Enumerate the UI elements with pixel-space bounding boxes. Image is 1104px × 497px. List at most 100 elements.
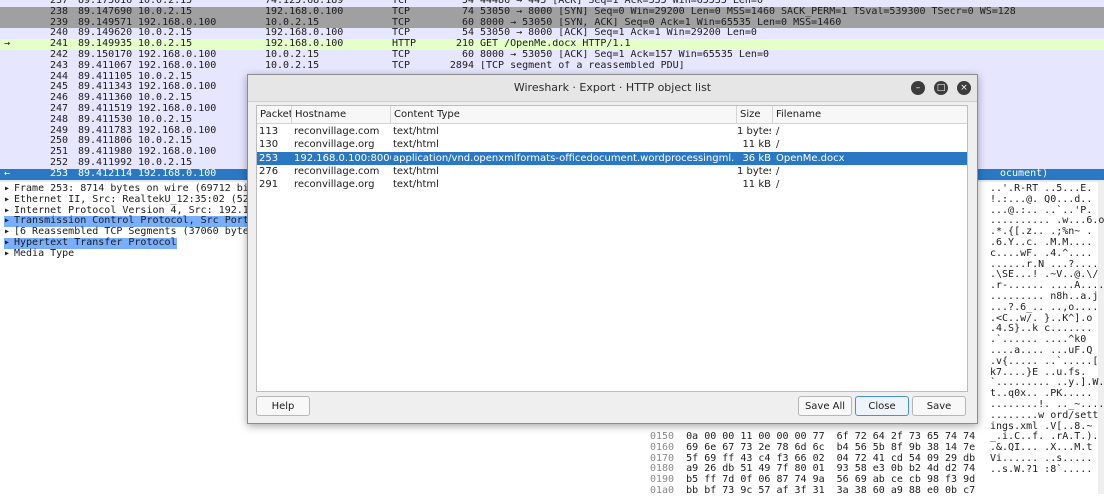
packet-cell-info: 8000 → 53050 [ACK] Seq=1 Ack=157 Win=655… <box>480 50 769 60</box>
ascii-dump-line: !.:...@. Q0...d.. <box>990 193 1093 205</box>
packet-cell-mark: ← <box>4 168 11 179</box>
packet-cell-info: 8000 → 53050 [SYN, ACK] Seq=0 Ack=1 Win=… <box>480 17 842 28</box>
http-object-row[interactable]: 253 192.168.0.100:8000 application/vnd.ope… <box>257 151 967 165</box>
packet-cell-len: 2894 <box>449 60 474 71</box>
http-object-row[interactable]: 276 reconvillage.com text/html 1 bytes / <box>257 165 967 178</box>
close-button[interactable]: Close <box>855 396 909 416</box>
scrollbar[interactable] <box>1098 182 1104 494</box>
packet-cell-src: 10.0.2.15 <box>138 39 193 50</box>
cell-content-type: text/html <box>393 165 439 177</box>
packet-cell-src: 10.0.2.15 <box>138 28 193 39</box>
packet-cell-src: 192.168.0.100 <box>138 17 217 28</box>
packet-row[interactable]: → 241 89.149935 10.0.2.15 192.168.0.100 HTTP 2… <box>0 39 1104 50</box>
packet-cell-len: 210 <box>455 39 474 50</box>
packet-row[interactable]: 240 89.149620 10.0.2.15 192.168.0.100 TCP 54 5… <box>0 28 1104 39</box>
packet-cell-src: 10.0.2.15 <box>138 114 193 125</box>
http-object-row[interactable]: 113 reconvillage.com text/html 1 bytes / <box>257 125 967 138</box>
http-object-table[interactable]: Packet ▾ Hostname Content Type Size File… <box>256 105 968 392</box>
packet-cell-src: 10.0.2.15 <box>138 136 193 147</box>
cell-packet: 130 <box>259 139 279 151</box>
packet-cell-dst: 192.168.0.100 <box>265 28 344 39</box>
ascii-dump-line: c....wF. .4.^.... <box>990 247 1093 259</box>
detail-text: Media Type <box>14 247 75 259</box>
hex-offset: 0170 <box>650 452 675 464</box>
packet-cell-src: 10.0.2.15 <box>138 158 193 168</box>
hex-bytes: a9 26 db 51 49 7f 80 01 93 58 e3 0b b2 4… <box>686 463 976 475</box>
help-button[interactable]: Help <box>256 396 310 416</box>
packet-cell-no: 239 <box>49 17 68 28</box>
packet-cell-src: 192.168.0.100 <box>138 168 217 179</box>
packet-cell-no: 241 <box>49 39 68 50</box>
packet-cell-no: 240 <box>49 28 68 39</box>
save-all-button[interactable]: Save All <box>798 396 852 416</box>
cell-size: 36 kB <box>742 152 771 164</box>
packet-cell-src: 192.168.0.100 <box>138 104 217 114</box>
packet-row[interactable]: 242 89.150170 192.168.0.100 10.0.2.15 TCP 60 8… <box>0 50 1104 61</box>
packet-cell-src: 10.0.2.15 <box>138 6 193 17</box>
packet-cell-proto: TCP <box>392 60 411 71</box>
detail-tree-item[interactable]: ▸ Media Type <box>4 247 75 260</box>
packet-cell-no: 238 <box>49 6 68 17</box>
packet-cell-time: 89.411980 <box>78 147 133 158</box>
hex-offset: 0150 <box>650 431 675 442</box>
ascii-dump-line: ...?.6_.. ..,o.... <box>990 301 1099 313</box>
packet-row[interactable]: 243 89.411067 192.168.0.100 10.0.2.15 TCP 289… <box>0 61 1104 72</box>
save-button[interactable]: Save <box>912 396 966 416</box>
close-icon[interactable]: × <box>957 81 971 95</box>
packet-cell-src: 192.168.0.100 <box>138 60 217 71</box>
packet-cell-proto: TCP <box>392 0 411 6</box>
cell-filename: / <box>776 165 780 177</box>
packet-cell-time: 89.411806 <box>78 136 133 147</box>
packet-cell-src: 192.168.0.100 <box>138 125 217 136</box>
packet-cell-dst: 192.168.0.100 <box>265 6 344 17</box>
packet-cell-no: 251 <box>49 147 68 158</box>
detail-text: Frame 253: 8714 bytes on wire (69712 bi <box>14 183 249 194</box>
packet-cell-no: 249 <box>49 125 68 136</box>
packet-cell-time: 89.411992 <box>78 158 133 168</box>
packet-cell-info: GET /OpenMe.docx HTTP/1.1 <box>480 39 631 50</box>
expand-arrow-icon[interactable]: ▸ <box>4 248 14 260</box>
packet-cell-proto: HTTP <box>392 39 417 50</box>
column-header-size[interactable]: Size <box>737 106 773 124</box>
packet-row[interactable]: 238 89.147690 10.0.2.15 192.168.0.100 TCP 74 5… <box>0 6 1104 18</box>
expand-arrow-icon[interactable]: ▸ <box>4 194 14 206</box>
maximize-icon[interactable]: □ <box>934 81 948 95</box>
hex-offset: 0190 <box>650 474 675 486</box>
http-object-row[interactable]: 291 reconvillage.org text/html 11 kB / <box>257 178 967 191</box>
packet-cell-info: 53050 → 8000 [ACK] Seq=1 Ack=1 Win=29200… <box>480 28 757 39</box>
packet-row[interactable]: 237 89.175016 10.0.2.15 74.125.68.189 TCP 54 4… <box>0 0 1104 7</box>
packet-details-pane[interactable]: ▸ Frame 253: 8714 bytes on wire (69712 bi… <box>0 182 250 494</box>
export-http-dialog: Wireshark · Export · HTTP object list – … <box>247 74 978 424</box>
packet-cell-time: 89.411783 <box>78 125 133 136</box>
packet-cell-proto: TCP <box>392 6 411 17</box>
packet-cell-time: 89.412114 <box>78 168 133 179</box>
cell-hostname: reconvillage.com <box>294 165 380 177</box>
column-header-content-type[interactable]: Content Type <box>391 106 737 124</box>
packet-cell-no: 248 <box>49 114 68 125</box>
detail-text: [6 Reassembled TCP Segments (37060 byte <box>14 226 249 238</box>
hex-dump-line: 01a0 bb bf 73 9c 57 af 3f 31 3a 38 60 a9… <box>650 485 975 497</box>
packet-cell-proto: TCP <box>392 17 411 28</box>
detail-text: Transmission Control Protocol, Src Port <box>14 215 249 227</box>
packet-cell-proto: TCP <box>392 50 411 60</box>
column-header-packet[interactable]: Packet ▾ <box>257 106 292 124</box>
ascii-dump-line: ........w ord/sett <box>990 409 1099 421</box>
packet-cell-time: 89.411530 <box>78 114 133 125</box>
cell-filename: / <box>776 179 780 191</box>
packet-cell-info: 53050 → 8000 [SYN] Seq=0 Win=29200 Len=0… <box>480 6 1016 17</box>
packet-cell-no: 237 <box>49 0 68 6</box>
packet-cell-src: 192.168.0.100 <box>138 82 217 93</box>
cell-size: 11 kB <box>742 139 771 151</box>
packet-row[interactable]: 239 89.149571 192.168.0.100 10.0.2.15 TCP 60 8… <box>0 17 1104 29</box>
packet-cell-len: 60 <box>461 17 474 28</box>
column-header-hostname[interactable]: Hostname <box>292 106 391 124</box>
packet-cell-no: 250 <box>49 136 68 147</box>
http-object-row[interactable]: 130 reconvillage.org text/html 11 kB / <box>257 138 967 151</box>
packet-cell-time: 89.147690 <box>78 6 133 17</box>
minimize-icon[interactable]: – <box>911 81 925 95</box>
packet-cell-len: 60 <box>461 50 474 60</box>
packet-cell-dst: 74.125.68.189 <box>265 0 344 6</box>
column-header-filename[interactable]: Filename <box>773 106 967 124</box>
packet-cell-time: 89.150170 <box>78 50 133 60</box>
cell-content-type: text/html <box>393 126 439 137</box>
